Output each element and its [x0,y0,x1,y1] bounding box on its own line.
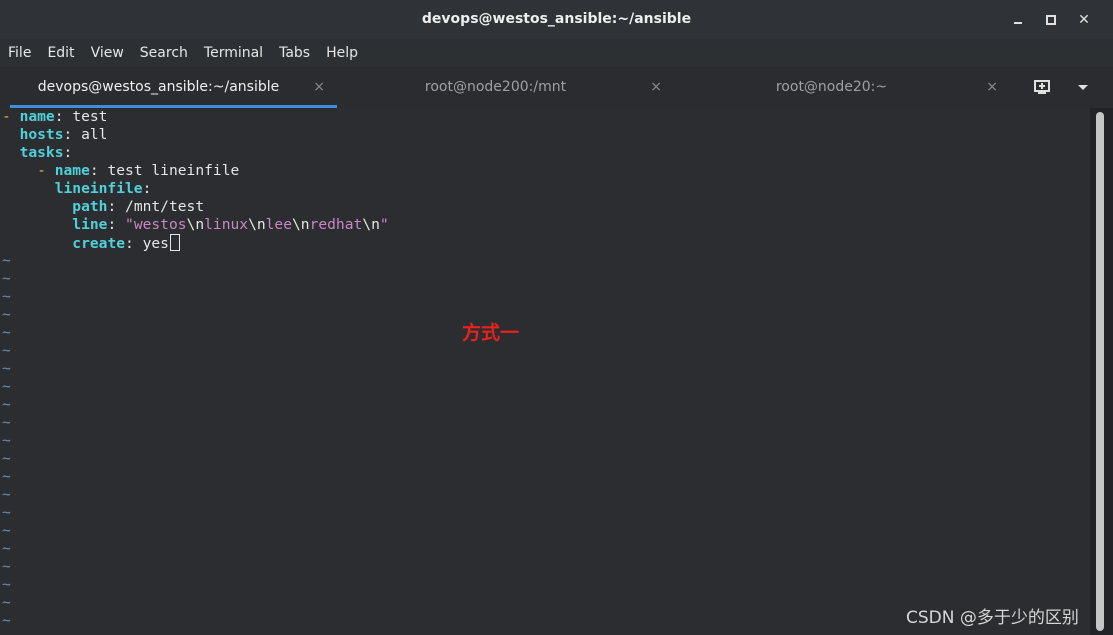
maximize-button[interactable] [1041,10,1061,30]
new-tab-button[interactable] [1032,77,1052,97]
tilde-marker: ~ [2,360,11,377]
code-line: line: "westos\nlinux\nlee\nredhat\n" [72,216,389,233]
minimize-button[interactable] [1008,10,1028,30]
scrollbar[interactable] [1090,108,1113,635]
tilde-marker: ~ [2,540,11,557]
tilde-marker: ~ [2,468,11,485]
tilde-marker: ~ [2,450,11,467]
tilde-marker: ~ [2,504,11,521]
code-line: path: /mnt/test [72,198,205,215]
tilde-marker: ~ [2,486,11,503]
window-title: devops@westos_ansible:~/ansible [421,11,692,27]
tilde-marker: ~ [2,432,11,449]
tilde-marker: ~ [2,252,11,269]
tab-close-icon[interactable]: × [313,67,325,108]
code-line: create: yes [2,234,180,252]
code-line: - name: test lineinfile [37,162,240,179]
menu-search[interactable]: Search [132,39,196,67]
tab-close-icon[interactable]: × [986,67,998,108]
tilde-marker: ~ [2,306,11,323]
tilde-marker: ~ [2,396,11,413]
tilde-marker: ~ [2,288,11,305]
menu-terminal[interactable]: Terminal [196,39,271,67]
tilde-marker: ~ [2,270,11,287]
tilde-marker: ~ [2,342,11,359]
new-tab-icon [1034,80,1050,94]
tab-label: root@node200:/mnt [424,79,567,95]
tab-root-node20[interactable]: root@node20:~ × [683,67,1010,108]
terminal-output[interactable]: - name: test hosts: all tasks: - name: t… [0,108,1090,635]
code-line: - name: test [2,108,108,125]
close-icon: ✕ [1078,12,1090,28]
tilde-marker: ~ [2,558,11,575]
tilde-marker: ~ [2,324,11,341]
menu-help[interactable]: Help [318,39,366,67]
tab-label: devops@westos_ansible:~/ansible [37,79,280,95]
menu-bar: File Edit View Search Terminal Tabs Help [0,39,1113,67]
chevron-down-icon [1078,85,1088,90]
close-window-button[interactable]: ✕ [1074,10,1094,30]
tab-menu-button[interactable] [1073,77,1093,97]
tab-root-node200[interactable]: root@node200:/mnt × [347,67,674,108]
code-line: lineinfile: [54,180,152,197]
title-bar: devops@westos_ansible:~/ansible ✕ [0,0,1113,39]
tilde-marker: ~ [2,612,11,629]
tilde-marker: ~ [2,414,11,431]
tab-bar: devops@westos_ansible:~/ansible × root@n… [0,67,1113,109]
tilde-marker: ~ [2,576,11,593]
text-cursor [169,234,180,251]
annotation-label: 方式一 [462,322,520,344]
menu-tabs[interactable]: Tabs [271,39,318,67]
menu-file[interactable]: File [0,39,39,67]
scrollbar-thumb[interactable] [1096,112,1104,631]
tab-devops-ansible[interactable]: devops@westos_ansible:~/ansible × [10,67,337,108]
tab-close-icon[interactable]: × [650,67,662,108]
tilde-marker: ~ [2,594,11,611]
watermark: CSDN @多于少的区别 [906,608,1079,628]
tilde-marker: ~ [2,378,11,395]
maximize-icon [1046,15,1056,25]
tilde-marker: ~ [2,522,11,539]
menu-edit[interactable]: Edit [39,39,82,67]
tab-label: root@node20:~ [775,79,888,95]
code-line: hosts: all [19,126,108,143]
menu-view[interactable]: View [83,39,132,67]
minimize-icon [1014,22,1022,24]
code-line: tasks: [19,144,73,161]
